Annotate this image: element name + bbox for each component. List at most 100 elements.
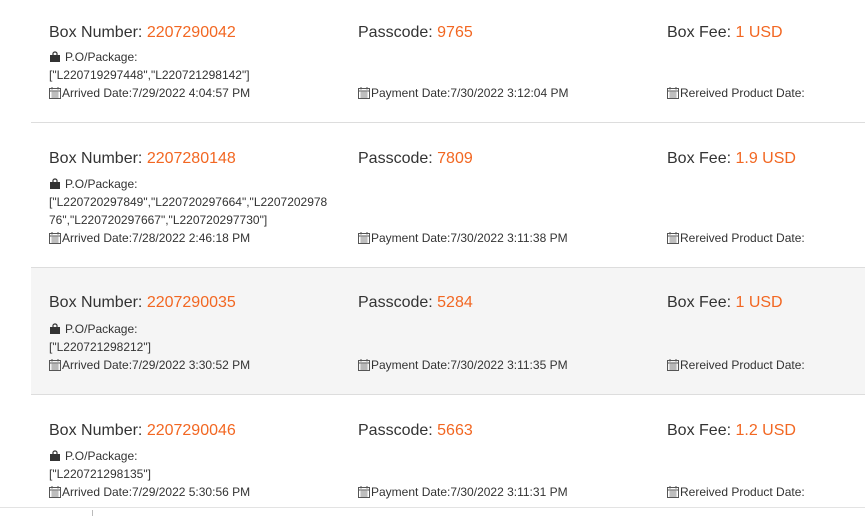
package-values: ["L220721298212"]	[49, 340, 151, 354]
passcode-line: Passcode: 7809	[358, 149, 473, 169]
arrived-date-value: 7/29/2022 5:30:56 PM	[132, 485, 251, 499]
passcode-line: Passcode: 5284	[358, 293, 473, 313]
calendar-icon	[49, 232, 61, 244]
package-block: P.O/Package: ["L220721298212"]	[49, 320, 331, 356]
box-list: Box Number: 2207290042 Passcode: 9765 Bo…	[31, 0, 865, 517]
package-values: ["L220720297849","L220720297664","L22072…	[49, 195, 328, 227]
box-number-value: 2207290035	[146, 294, 236, 311]
passcode-value: 5663	[437, 422, 473, 439]
payment-date-label: Payment Date:	[371, 86, 451, 100]
bottom-divider	[0, 507, 865, 508]
payment-date-label: Payment Date:	[371, 231, 451, 245]
received-date-line: Rereived Product Date:	[667, 84, 805, 102]
package-block: P.O/Package: ["L220719297448","L22072129…	[49, 48, 331, 84]
package-label-line: P.O/Package:	[49, 447, 331, 465]
payment-date-label: Payment Date:	[371, 485, 451, 499]
package-label: P.O/Package:	[65, 50, 138, 64]
bag-icon	[49, 51, 61, 63]
column-tick	[92, 510, 93, 516]
calendar-icon	[667, 232, 679, 244]
received-date-line: Rereived Product Date:	[667, 229, 805, 247]
received-date-label: Rereived Product Date:	[680, 358, 805, 372]
arrived-date-value: 7/28/2022 2:46:18 PM	[132, 231, 251, 245]
calendar-icon	[49, 486, 61, 498]
box-fee-value: 1.2 USD	[735, 422, 796, 439]
payment-date-line: Payment Date: 7/30/2022 3:11:35 PM	[358, 356, 568, 374]
calendar-icon	[358, 486, 370, 498]
package-label-line: P.O/Package:	[49, 320, 331, 338]
payment-date-value: 7/30/2022 3:11:38 PM	[450, 231, 568, 245]
calendar-icon	[358, 232, 370, 244]
box-number-label: Box Number:	[49, 294, 147, 311]
box-fee-line: Box Fee: 1 USD	[667, 23, 783, 43]
passcode-label: Passcode:	[358, 294, 438, 311]
package-label: P.O/Package:	[65, 449, 138, 463]
box-fee-value: 1 USD	[735, 294, 783, 311]
bag-icon	[49, 450, 61, 462]
passcode-line: Passcode: 5663	[358, 421, 473, 441]
box-row[interactable]: Box Number: 2207290035 Passcode: 5284 Bo…	[31, 268, 865, 395]
bag-icon	[49, 323, 61, 335]
box-fee-label: Box Fee:	[667, 150, 736, 167]
package-label: P.O/Package:	[65, 322, 138, 336]
received-date-line: Rereived Product Date:	[667, 356, 805, 374]
received-date-label: Rereived Product Date:	[680, 86, 805, 100]
payment-date-label: Payment Date:	[371, 358, 451, 372]
received-date-line: Rereived Product Date:	[667, 483, 805, 501]
package-label-line: P.O/Package:	[49, 48, 331, 66]
package-label-line: P.O/Package:	[49, 175, 331, 193]
box-fee-line: Box Fee: 1.9 USD	[667, 149, 796, 169]
passcode-value: 9765	[437, 24, 473, 41]
payment-date-value: 7/30/2022 3:12:04 PM	[450, 86, 569, 100]
arrived-date-label: Arrived Date:	[62, 358, 133, 372]
box-number-line: Box Number: 2207280148	[49, 149, 236, 169]
payment-date-line: Payment Date: 7/30/2022 3:11:31 PM	[358, 483, 568, 501]
arrived-date-value: 7/29/2022 4:04:57 PM	[132, 86, 251, 100]
arrived-date-line: Arrived Date: 7/29/2022 3:30:52 PM	[49, 356, 250, 374]
payment-date-value: 7/30/2022 3:11:35 PM	[450, 358, 568, 372]
passcode-value: 7809	[437, 150, 473, 167]
box-number-label: Box Number:	[49, 422, 147, 439]
passcode-label: Passcode:	[358, 422, 438, 439]
box-fee-label: Box Fee:	[667, 422, 736, 439]
box-number-label: Box Number:	[49, 150, 147, 167]
box-row[interactable]: Box Number: 2207280148 Passcode: 7809 Bo…	[31, 123, 865, 268]
box-number-value: 2207290046	[146, 422, 236, 439]
passcode-label: Passcode:	[358, 24, 438, 41]
package-block: P.O/Package: ["L220720297849","L22072029…	[49, 175, 331, 229]
bag-icon	[49, 178, 61, 190]
box-number-line: Box Number: 2207290046	[49, 421, 236, 441]
package-values: ["L220719297448","L220721298142"]	[49, 68, 250, 82]
box-row[interactable]: Box Number: 2207290042 Passcode: 9765 Bo…	[31, 0, 865, 123]
payment-date-line: Payment Date: 7/30/2022 3:12:04 PM	[358, 84, 568, 102]
calendar-icon	[49, 87, 61, 99]
calendar-icon	[358, 359, 370, 371]
package-block: P.O/Package: ["L220721298135"]	[49, 447, 331, 483]
box-number-value: 2207290042	[146, 24, 236, 41]
calendar-icon	[667, 486, 679, 498]
received-date-label: Rereived Product Date:	[680, 231, 805, 245]
box-fee-line: Box Fee: 1.2 USD	[667, 421, 796, 441]
box-number-line: Box Number: 2207290042	[49, 23, 236, 43]
box-number-value: 2207280148	[146, 150, 236, 167]
box-fee-value: 1.9 USD	[735, 150, 796, 167]
calendar-icon	[49, 359, 61, 371]
calendar-icon	[667, 87, 679, 99]
box-row[interactable]: Box Number: 2207290046 Passcode: 5663 Bo…	[31, 395, 865, 517]
received-date-label: Rereived Product Date:	[680, 485, 805, 499]
arrived-date-label: Arrived Date:	[62, 231, 133, 245]
passcode-value: 5284	[437, 294, 473, 311]
calendar-icon	[667, 359, 679, 371]
box-number-line: Box Number: 2207290035	[49, 293, 236, 313]
box-fee-label: Box Fee:	[667, 294, 736, 311]
passcode-line: Passcode: 9765	[358, 23, 473, 43]
arrived-date-line: Arrived Date: 7/29/2022 5:30:56 PM	[49, 483, 250, 501]
arrived-date-label: Arrived Date:	[62, 485, 133, 499]
package-values: ["L220721298135"]	[49, 467, 151, 481]
arrived-date-line: Arrived Date: 7/28/2022 2:46:18 PM	[49, 229, 250, 247]
package-label: P.O/Package:	[65, 177, 138, 191]
arrived-date-value: 7/29/2022 3:30:52 PM	[132, 358, 251, 372]
box-fee-line: Box Fee: 1 USD	[667, 293, 783, 313]
payment-date-line: Payment Date: 7/30/2022 3:11:38 PM	[358, 229, 568, 247]
box-fee-value: 1 USD	[735, 24, 783, 41]
